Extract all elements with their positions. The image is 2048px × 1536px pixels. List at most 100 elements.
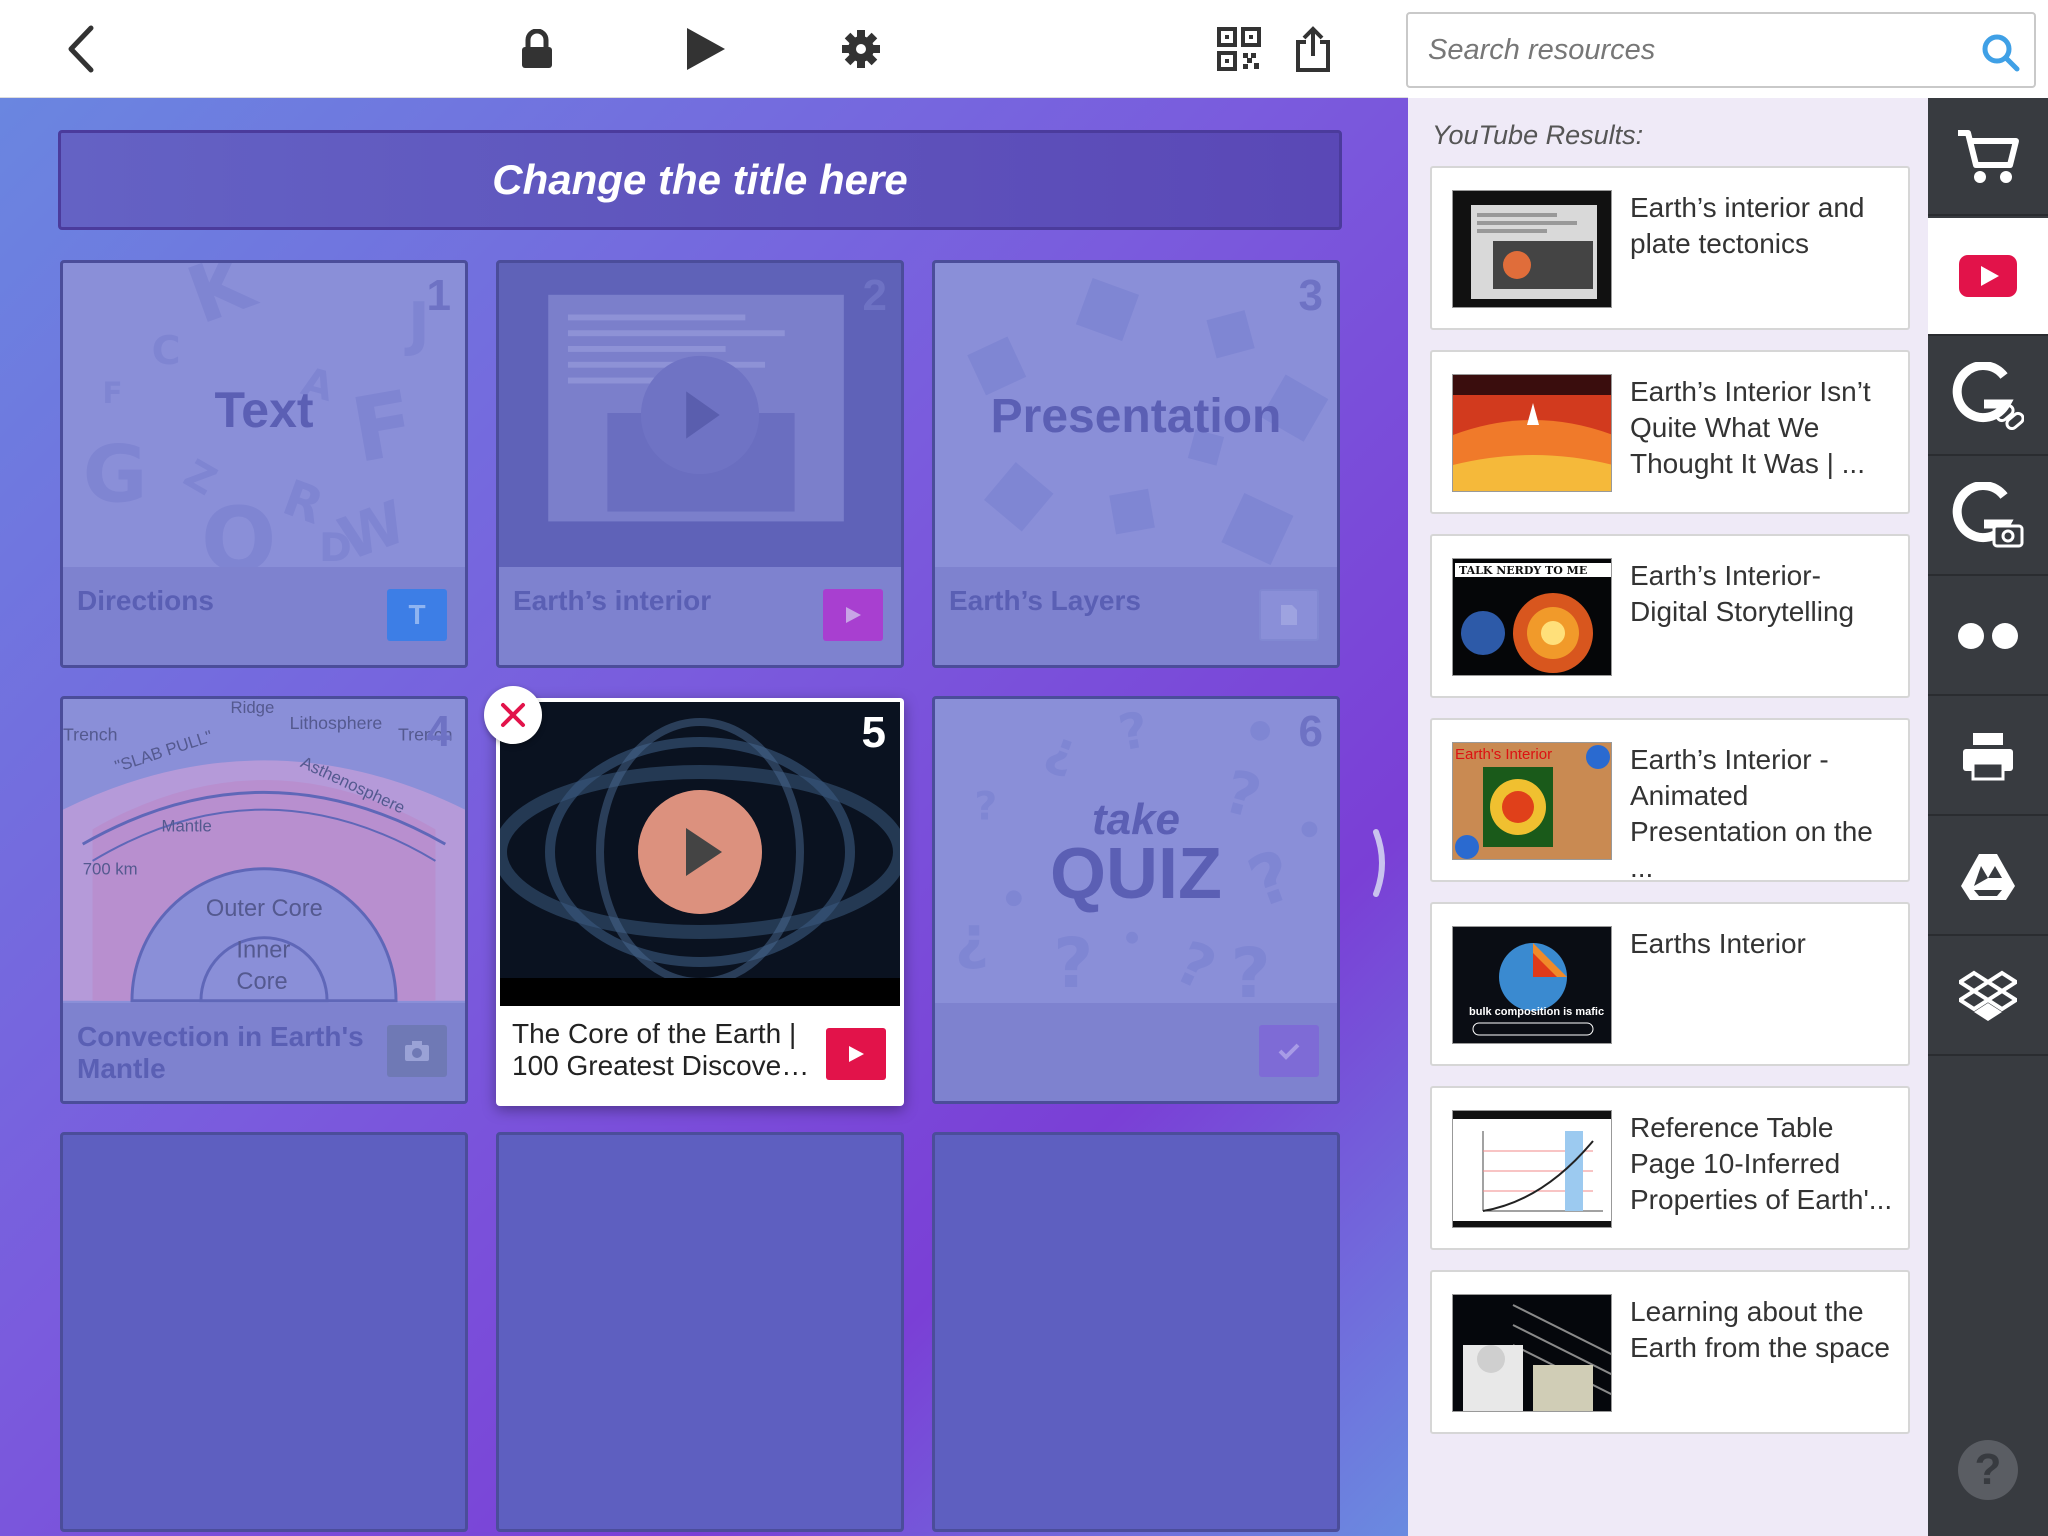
diagram-label: 700 km — [83, 860, 138, 879]
tile-number: 3 — [1298, 271, 1323, 320]
rail-google-link[interactable] — [1928, 338, 2048, 456]
search-box — [1406, 12, 2036, 88]
tile-1[interactable]: K A C F G Z R F J O W D Text 1 Direction… — [60, 260, 468, 668]
google-link-icon — [1952, 362, 2024, 430]
result-title: Earth’s interior and plate tectonics — [1630, 192, 1865, 259]
tile-2[interactable]: 2 Earth’s interior — [496, 260, 904, 668]
rail-flickr[interactable] — [1928, 578, 2048, 696]
tile-footer — [935, 1003, 1337, 1101]
help-button[interactable]: ? — [1958, 1440, 2018, 1500]
result-title: Earth’s Interior- Digital Storytelling — [1630, 560, 1855, 627]
help-icon: ? — [1974, 1445, 2002, 1494]
tile-6[interactable]: ¿ ? ? ? ? ¿ ? ? ? take QUIZ 6 — [932, 696, 1340, 1104]
rail-print[interactable] — [1928, 698, 2048, 816]
settings-button[interactable] — [830, 18, 892, 80]
tile-caption: Earth’s Layers — [949, 585, 1141, 616]
document-type-badge — [1259, 589, 1319, 641]
video-thumbnail — [500, 702, 900, 1006]
tile-number: 2 — [862, 271, 887, 320]
search-input[interactable] — [1408, 14, 1968, 86]
cart-icon — [1958, 130, 2019, 183]
diagram-label: Inner — [236, 937, 290, 963]
play-icon — [846, 607, 861, 623]
thumb-text: TALK NERDY TO ME — [1459, 564, 1587, 577]
empty-tile-8[interactable] — [496, 1132, 904, 1532]
earth-core-image — [500, 702, 900, 1006]
tile-3[interactable]: Presentation 3 Earth’s Layers — [932, 260, 1340, 668]
diagram-label: Ridge — [231, 699, 275, 717]
qr-code-icon — [1217, 27, 1261, 71]
printer-icon — [1963, 733, 2013, 781]
tile-number: 4 — [426, 707, 451, 756]
result-title: Earths Interior — [1630, 928, 1806, 959]
result-thumbnail: TALK NERDY TO ME — [1452, 558, 1612, 676]
rail-youtube[interactable] — [1928, 218, 2048, 336]
result-title: Earth’s Interior Isn’t Quite What We Tho… — [1630, 376, 1871, 479]
svg-text:D: D — [319, 525, 352, 567]
result-thumbnail: bulk composition is mafic — [1452, 926, 1612, 1044]
svg-text:O: O — [201, 489, 276, 567]
tile-footer: Directions T — [63, 567, 465, 665]
result-card-7[interactable]: Learning about the Earth from the space — [1430, 1270, 1910, 1434]
tile-number: 1 — [426, 271, 451, 320]
result-card-4[interactable]: Earth's Interior Earth’s Interior - Anim… — [1430, 718, 1910, 883]
svg-text:?: ? — [1166, 927, 1226, 1003]
diagram-label: Core — [236, 969, 287, 995]
video-thumbnail — [548, 294, 844, 522]
tile-caption: Convection in Earth's Mantle — [77, 1021, 364, 1084]
play-button[interactable] — [674, 18, 736, 80]
rail-google-drive[interactable] — [1928, 818, 2048, 936]
tile-type-presentation: Presentation — [990, 390, 1282, 443]
result-thumbnail — [1452, 1294, 1612, 1412]
board-title: Change the title here — [492, 156, 908, 203]
empty-tile-9[interactable] — [932, 1132, 1340, 1532]
svg-text:?: ? — [1053, 924, 1093, 1003]
result-title: Earth’s Interior - Animated Presentation… — [1630, 744, 1873, 883]
result-card-3[interactable]: TALK NERDY TO ME Earth’s Interior- Digit… — [1430, 534, 1910, 698]
back-button[interactable] — [50, 18, 112, 80]
source-rail: ? — [1928, 98, 2048, 1536]
video-type-badge — [823, 589, 883, 641]
youtube-badge — [826, 1028, 886, 1080]
result-title: Reference Table Page 10-Inferred Propert… — [1630, 1112, 1893, 1215]
share-icon — [1296, 26, 1330, 72]
flickr-icon — [1958, 623, 2018, 649]
share-button[interactable] — [1282, 18, 1344, 80]
results-heading: YouTube Results: — [1432, 120, 1644, 150]
rail-google-image[interactable] — [1928, 458, 2048, 576]
result-card-5[interactable]: bulk composition is mafic Earths Interio… — [1430, 902, 1910, 1066]
svg-text:G: G — [83, 429, 148, 521]
panel-handle[interactable] — [1372, 828, 1392, 898]
image-type-badge — [387, 1025, 447, 1077]
rail-dropbox[interactable] — [1928, 938, 2048, 1056]
thumb-text: Earth's Interior — [1455, 746, 1552, 763]
empty-tile-7[interactable] — [60, 1132, 468, 1532]
tile-footer: Earth’s Layers — [935, 567, 1337, 665]
lock-button[interactable] — [506, 18, 568, 80]
quiz-word-quiz: QUIZ — [1050, 834, 1222, 914]
top-toolbar — [0, 0, 1408, 98]
result-card-2[interactable]: Earth’s Interior Isn’t Quite What We Tho… — [1430, 350, 1910, 514]
svg-text:?: ? — [1231, 934, 1271, 1003]
play-icon — [849, 1046, 864, 1062]
result-thumbnail — [1452, 1110, 1612, 1228]
tile-5[interactable]: 5 The Core of the Earth | 100 Greatest D… — [496, 698, 904, 1106]
result-card-1[interactable]: Earth’s interior and plate tectonics — [1430, 166, 1910, 330]
remove-tile-button[interactable] — [484, 686, 542, 744]
document-icon — [1281, 605, 1297, 625]
tile-4[interactable]: Ridge Trench "SLAB PULL" Lithosphere Tre… — [60, 696, 468, 1104]
google-drive-icon — [1961, 854, 2015, 900]
board-title-bar[interactable]: Change the title here — [58, 130, 1342, 230]
result-card-6[interactable]: Reference Table Page 10-Inferred Propert… — [1430, 1086, 1910, 1250]
text-type-icon: T — [408, 599, 426, 630]
tile-number: 5 — [861, 708, 886, 757]
youtube-icon — [1959, 255, 2017, 297]
svg-text:¿: ¿ — [1039, 717, 1086, 781]
svg-text:?: ? — [1114, 700, 1152, 762]
chevron-left-icon — [68, 25, 94, 73]
result-thumbnail — [1452, 190, 1612, 308]
rail-cart[interactable] — [1928, 98, 2048, 216]
tile-type-text: Text — [214, 382, 314, 438]
search-icon[interactable] — [1980, 32, 2020, 72]
qr-code-button[interactable] — [1208, 18, 1270, 80]
